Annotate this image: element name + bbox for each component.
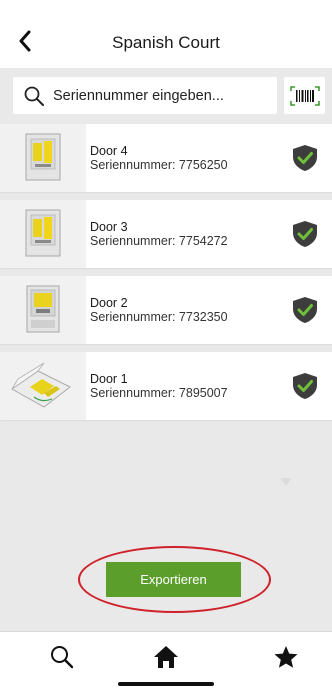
open-controller-box-icon: [11, 362, 71, 408]
export-button[interactable]: Exportieren: [106, 562, 241, 597]
door-thumbnail: [0, 352, 86, 420]
list-item[interactable]: Door 2 Seriennummer: 7732350: [0, 276, 332, 344]
tab-favorites[interactable]: [266, 640, 306, 674]
page-title: Spanish Court: [112, 33, 220, 52]
barcode-icon: [289, 85, 320, 106]
faint-triangle-icon: [280, 478, 292, 486]
list-item[interactable]: Door 4 Seriennummer: 7756250: [0, 124, 332, 192]
shield-check-icon: [293, 297, 317, 323]
tab-home[interactable]: [146, 640, 186, 674]
home-indicator: [118, 682, 214, 686]
tab-search[interactable]: [42, 640, 82, 674]
screen: Spanish Court Seriennummer eingeben... D…: [0, 0, 332, 691]
controller-box-icon: [26, 285, 60, 333]
door-thumbnail: [0, 124, 86, 192]
search-box[interactable]: [13, 77, 277, 114]
door-list: Door 4 Seriennummer: 7756250 Door 3 Seri…: [0, 124, 332, 428]
search-bar: [0, 68, 332, 124]
door-thumbnail: [0, 276, 86, 344]
search-input[interactable]: [53, 87, 263, 104]
chevron-left-icon: [19, 30, 31, 52]
search-icon: [51, 646, 74, 669]
controller-box-icon: [25, 209, 61, 257]
door-thumbnail: [0, 200, 86, 268]
barcode-scan-button[interactable]: [284, 77, 325, 114]
controller-box-icon: [25, 133, 61, 181]
shield-check-icon: [293, 373, 317, 399]
list-item[interactable]: Door 3 Seriennummer: 7754272: [0, 200, 332, 268]
home-icon: [154, 646, 178, 668]
shield-check-icon: [293, 145, 317, 171]
back-button[interactable]: [14, 28, 36, 54]
shield-check-icon: [293, 221, 317, 247]
search-icon: [24, 86, 44, 106]
star-icon: [274, 646, 298, 668]
header: Spanish Court: [0, 0, 332, 68]
list-item[interactable]: Door 1 Seriennummer: 7895007: [0, 352, 332, 420]
